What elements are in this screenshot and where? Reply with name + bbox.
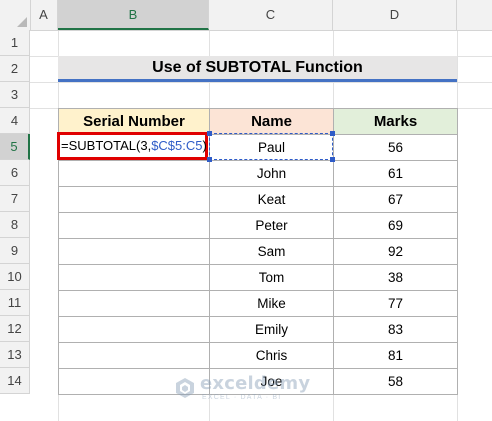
table-header-row: Serial Number Name Marks (58, 108, 458, 135)
marks-cell[interactable]: 61 (333, 160, 458, 187)
serial-cell[interactable] (58, 342, 210, 369)
serial-cell[interactable] (58, 316, 210, 343)
name-cell[interactable]: Chris (209, 342, 334, 369)
row-header-12[interactable]: 12 (0, 316, 30, 342)
table-row: Keat 67 (58, 186, 458, 213)
watermark-title: exceldemy (200, 373, 311, 394)
row-header-10[interactable]: 10 (0, 264, 30, 290)
marks-cell[interactable]: 67 (333, 186, 458, 213)
range-reference-highlight (209, 133, 333, 160)
marks-cell[interactable]: 83 (333, 316, 458, 343)
formula-range-reference: $C$5:C5 (151, 138, 203, 153)
row-header-6[interactable]: 6 (0, 160, 30, 186)
column-header-c[interactable]: C (209, 0, 333, 30)
row-header-2[interactable]: 2 (0, 56, 30, 82)
row-header-8[interactable]: 8 (0, 212, 30, 238)
row-header-7[interactable]: 7 (0, 186, 30, 212)
marks-cell[interactable]: 92 (333, 238, 458, 265)
select-all-icon (17, 17, 27, 27)
table-row: Mike 77 (58, 290, 458, 317)
select-all-button[interactable] (0, 0, 31, 30)
formula-text-end: ) (202, 138, 207, 153)
marks-cell[interactable]: 58 (333, 368, 458, 395)
name-cell[interactable]: Peter (209, 212, 334, 239)
column-header-a[interactable]: A (30, 0, 58, 30)
formula-edit-cell[interactable]: =SUBTOTAL(3,$C$5:C5) (57, 132, 208, 160)
table-row: Emily 83 (58, 316, 458, 343)
table-row: Chris 81 (58, 342, 458, 369)
name-cell[interactable]: John (209, 160, 334, 187)
row-header-5[interactable]: 5 (0, 134, 30, 160)
serial-cell[interactable] (58, 238, 210, 265)
name-cell[interactable]: Keat (209, 186, 334, 213)
name-cell[interactable]: Sam (209, 238, 334, 265)
column-header-b[interactable]: B (58, 0, 209, 30)
range-handle[interactable] (330, 157, 335, 162)
table-row: Sam 92 (58, 238, 458, 265)
table-row: Peter 69 (58, 212, 458, 239)
watermark-subtitle: EXCEL · DATA · BI (202, 394, 282, 401)
column-header-d[interactable]: D (333, 0, 457, 30)
gridline (30, 82, 492, 83)
row-header-11[interactable]: 11 (0, 290, 30, 316)
formula-text: =SUBTOTAL(3, (61, 138, 152, 153)
row-header-14[interactable]: 14 (0, 368, 30, 394)
range-handle[interactable] (330, 131, 335, 136)
spreadsheet-grid: A B C D 1 2 3 4 5 6 7 8 9 10 11 12 13 14… (0, 0, 492, 421)
serial-cell[interactable] (58, 160, 210, 187)
header-name[interactable]: Name (209, 108, 334, 135)
serial-cell[interactable] (58, 212, 210, 239)
row-header-9[interactable]: 9 (0, 238, 30, 264)
range-handle[interactable] (207, 131, 212, 136)
exceldemy-logo-icon (176, 378, 194, 398)
serial-cell[interactable] (58, 290, 210, 317)
serial-cell[interactable] (58, 264, 210, 291)
marks-cell[interactable]: 38 (333, 264, 458, 291)
name-cell[interactable]: Mike (209, 290, 334, 317)
marks-cell[interactable]: 81 (333, 342, 458, 369)
header-marks[interactable]: Marks (333, 108, 458, 135)
range-handle[interactable] (207, 157, 212, 162)
row-header-3[interactable]: 3 (0, 82, 30, 108)
serial-cell[interactable] (58, 186, 210, 213)
table-row: John 61 (58, 160, 458, 187)
exceldemy-watermark: exceldemy EXCEL · DATA · BI (174, 372, 324, 406)
row-header-13[interactable]: 13 (0, 342, 30, 368)
marks-cell[interactable]: 56 (333, 134, 458, 161)
name-cell[interactable]: Tom (209, 264, 334, 291)
marks-cell[interactable]: 77 (333, 290, 458, 317)
marks-cell[interactable]: 69 (333, 212, 458, 239)
row-header-4[interactable]: 4 (0, 108, 30, 134)
table-row: Tom 38 (58, 264, 458, 291)
header-serial-number[interactable]: Serial Number (58, 108, 210, 135)
row-header-1[interactable]: 1 (0, 30, 30, 56)
sheet-title[interactable]: Use of SUBTOTAL Function (58, 56, 457, 82)
name-cell[interactable]: Emily (209, 316, 334, 343)
